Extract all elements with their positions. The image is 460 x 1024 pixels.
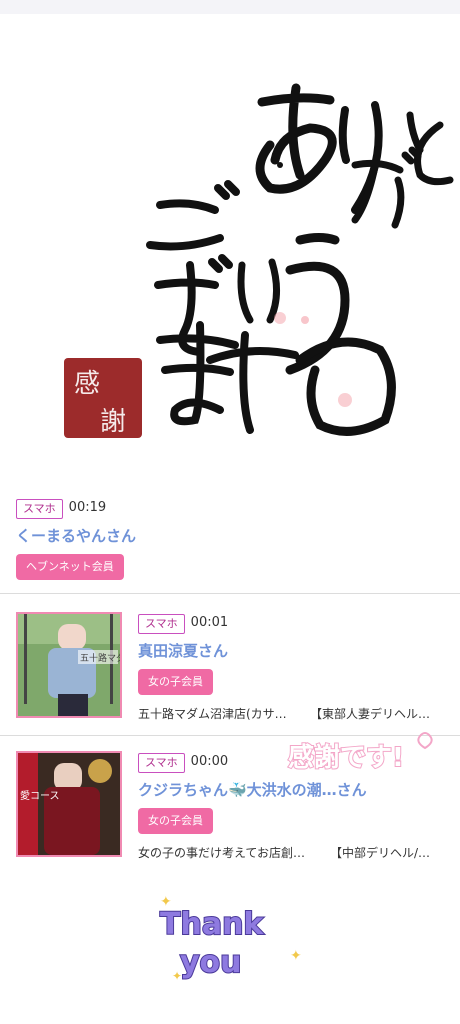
thumbnail-photo: 五十路マダム <box>18 614 120 716</box>
shop-category: 【東部人妻デリヘル… <box>310 707 431 721</box>
kansha-sticker-art: 感謝です! <box>287 732 433 774</box>
device-badge: スマホ <box>138 614 185 634</box>
visitor-name-link[interactable]: 真田涼夏さん <box>138 640 448 661</box>
shop-name[interactable]: 女の子の事だけ考えてお店創… <box>138 844 318 861</box>
svg-text:✦: ✦ <box>172 969 182 983</box>
thank-text: Thank <box>160 907 264 942</box>
member-type-button[interactable]: ヘブンネット会員 <box>16 554 124 580</box>
thumbnail-caption: 五十路マダム <box>80 652 120 664</box>
thumbnail-photo: 愛コース <box>18 753 120 855</box>
girl-thumbnail[interactable]: 愛コース <box>16 751 122 857</box>
device-badge: スマホ <box>16 499 63 519</box>
girl-thumbnail[interactable]: 五十路マダム <box>16 612 122 718</box>
thumbnail-caption: 愛コース <box>20 789 60 802</box>
member-type-button[interactable]: 女の子会員 <box>138 808 213 834</box>
visit-time: 00:00 <box>190 754 229 769</box>
device-badge: スマホ <box>138 753 185 773</box>
you-text: you <box>180 945 242 980</box>
kansha-sticker: 感謝です! <box>282 726 442 782</box>
visit-time: 00:01 <box>190 615 229 630</box>
divider <box>0 593 460 594</box>
thank-you-sticker-art: Thank you ✦ ✦ ✦ <box>159 894 302 983</box>
kansha-text: 感謝です! <box>288 742 404 773</box>
shop-category: 【中部デリヘル/… <box>330 846 431 860</box>
thank-you-calligraphy-image: 感 謝 <box>0 0 460 475</box>
svg-text:感: 感 <box>74 369 100 399</box>
svg-text:✦: ✦ <box>290 948 302 964</box>
thank-you-sticker: Thank you ✦ ✦ ✦ <box>150 890 310 990</box>
svg-text:謝: 謝 <box>100 407 126 437</box>
calligraphy-art: 感 謝 <box>0 0 460 438</box>
visitor-name-link[interactable]: くーまるやんさん <box>16 525 446 546</box>
member-type-button[interactable]: 女の子会員 <box>138 669 213 695</box>
list-item[interactable]: 五十路マダム スマホ 00:01 真田涼夏さん 女の子会員 五十路マダム沼津店(カ… <box>0 612 460 734</box>
list-item[interactable]: スマホ 00:19 くーまるやんさん ヘブンネット会員 <box>0 497 460 593</box>
shop-name[interactable]: 五十路マダム沼津店(カサ… <box>138 705 298 722</box>
visitor-name-link[interactable]: クジラちゃん🐳大洪水の潮…さん <box>138 779 448 800</box>
visit-time: 00:19 <box>68 500 107 515</box>
svg-text:✦: ✦ <box>160 894 172 910</box>
